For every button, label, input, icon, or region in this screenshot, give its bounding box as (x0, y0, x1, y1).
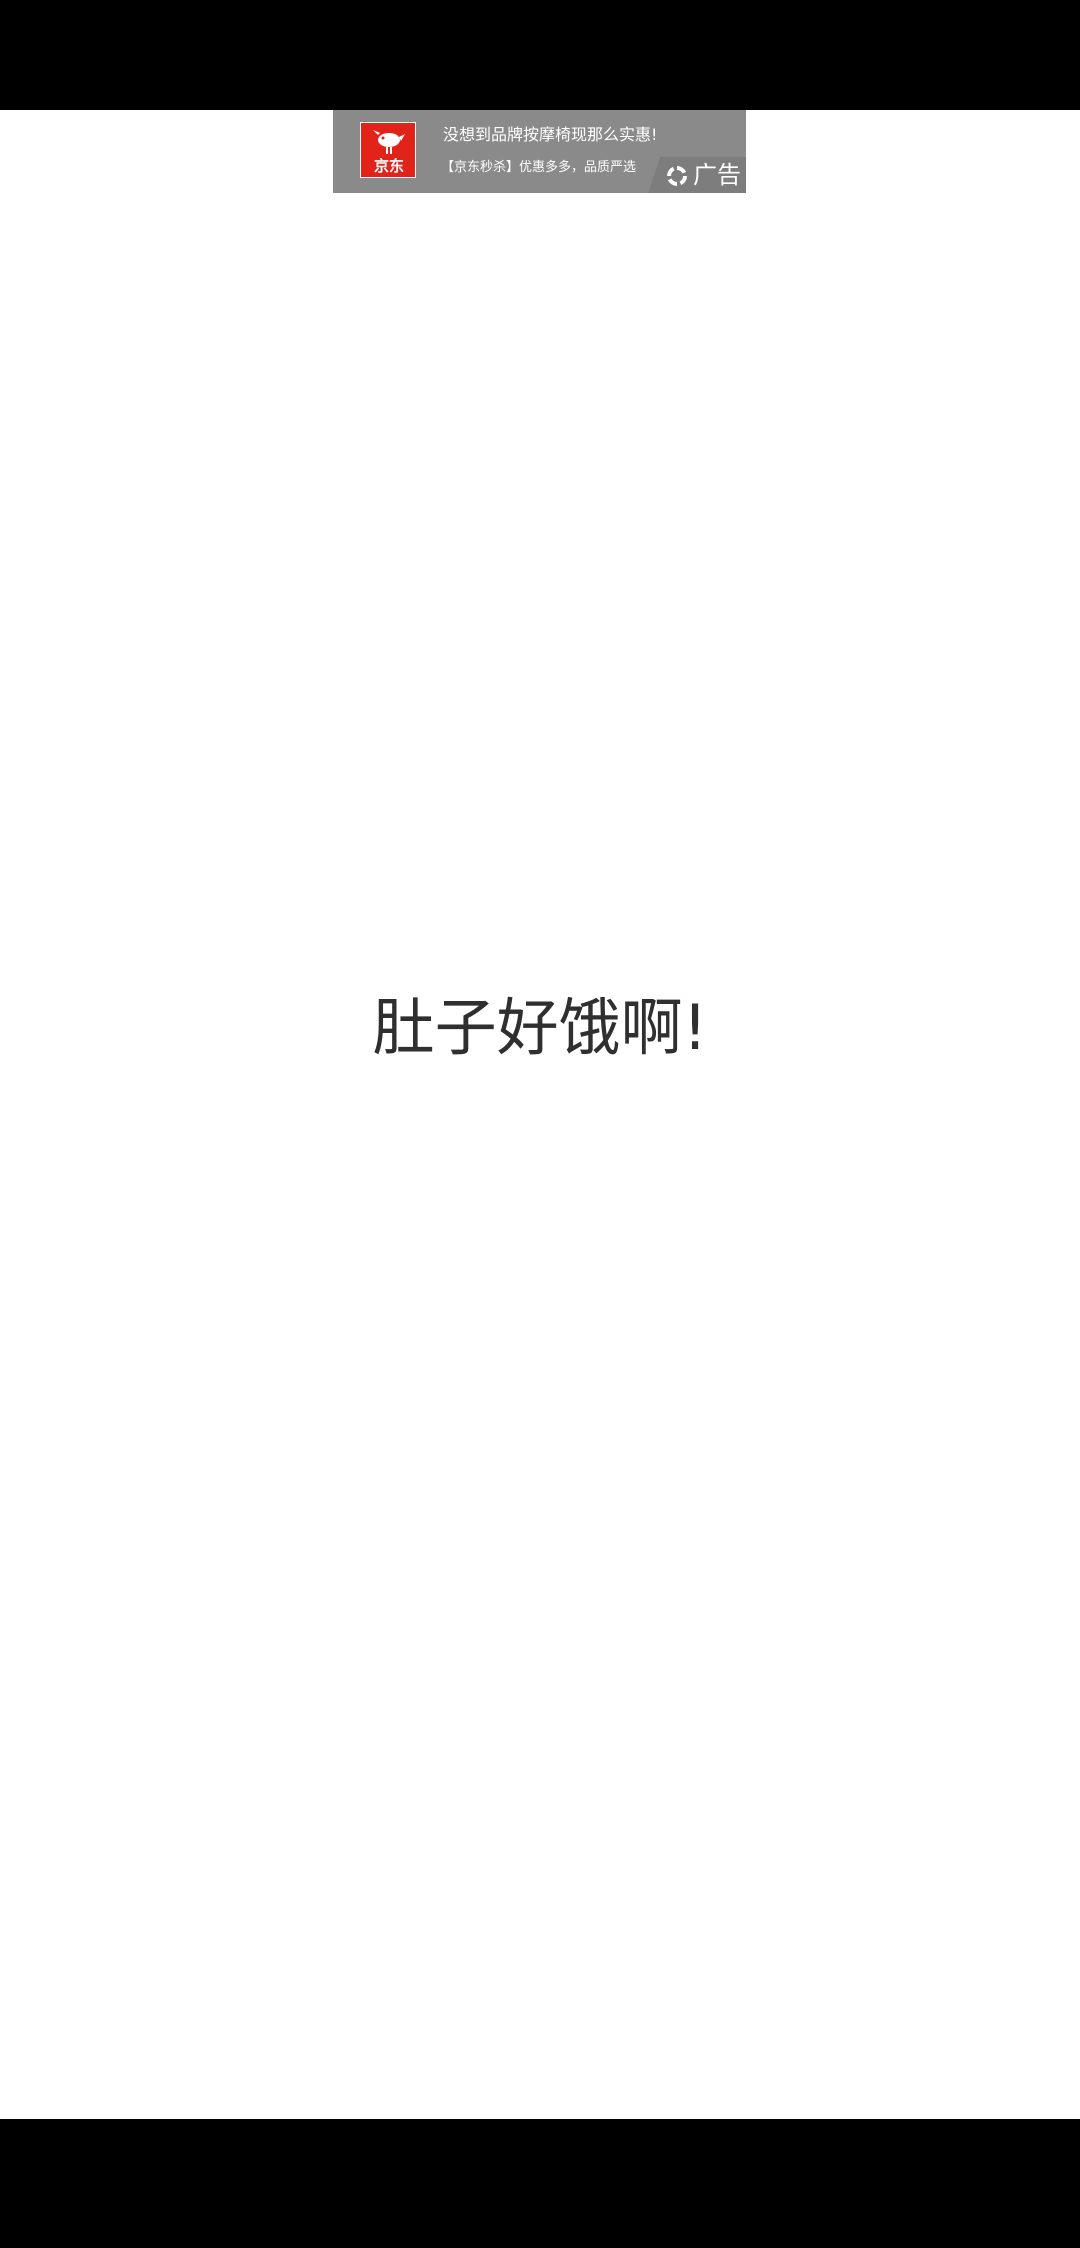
main-message: 肚子好饿啊! (372, 991, 708, 1064)
ad-logo-text: 京东 (373, 157, 404, 175)
top-black-bar (0, 0, 1080, 110)
ad-subtitle: 【京东秒杀】优惠多多，品质严选 (441, 160, 637, 175)
ad-choices-icon (667, 166, 687, 186)
ad-tag[interactable]: 广告 (648, 157, 746, 193)
ad-tag-label: 广告 (693, 161, 741, 189)
page-content: 京东 没想到品牌按摩椅现那么实惠! 【京东秒杀】优惠多多，品质严选 广告 肚子好… (0, 110, 1080, 2119)
jd-logo-icon: 京东 (360, 122, 416, 178)
ad-banner[interactable]: 京东 没想到品牌按摩椅现那么实惠! 【京东秒杀】优惠多多，品质严选 广告 (333, 110, 746, 193)
bottom-black-bar (0, 2119, 1080, 2248)
ad-title: 没想到品牌按摩椅现那么实惠! (443, 125, 658, 144)
